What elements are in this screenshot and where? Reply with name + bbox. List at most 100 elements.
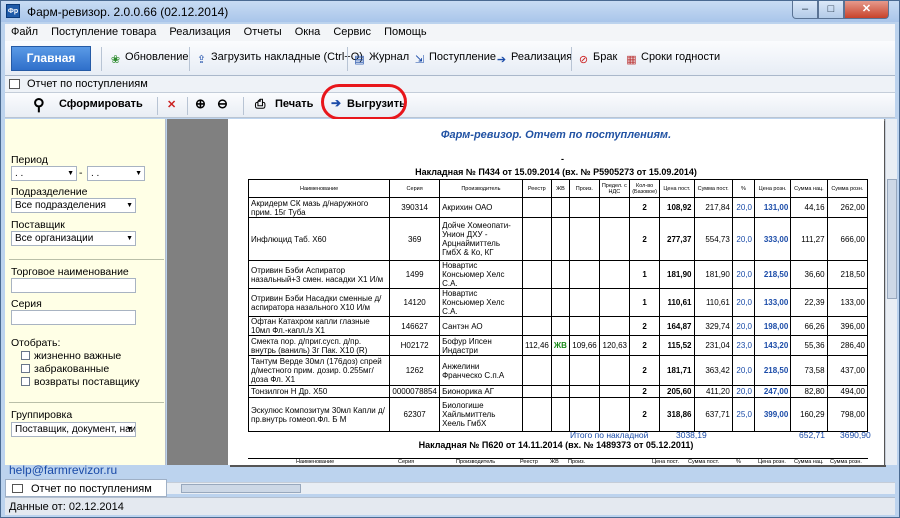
refresh-button[interactable]: ❀ Обновление (109, 51, 189, 67)
import-icon: ⇪ (196, 54, 207, 66)
table-cell (521, 197, 552, 218)
table-cell: 0000078854 (389, 385, 441, 398)
menu-windows[interactable]: Окна (289, 24, 325, 38)
chevron-down-icon[interactable]: ▼ (126, 202, 133, 209)
table-cell: 112,46 (521, 335, 552, 356)
print-button[interactable]: Печать (275, 98, 313, 110)
table-cell: 399,00 (753, 397, 792, 432)
checkbox-box[interactable] (21, 351, 30, 360)
table-cell: Тонзилгон Н Др. Х50 (247, 385, 391, 398)
trade-name-label: Торговое наименование (11, 266, 129, 278)
table-cell: 133,00 (753, 288, 792, 317)
checkbox-box[interactable] (21, 364, 30, 373)
supplier-select[interactable]: Все организации ▼ (11, 231, 136, 246)
table-cell (598, 197, 630, 218)
main-tab-button[interactable]: Главная (11, 46, 91, 71)
trade-name-input[interactable] (11, 278, 136, 293)
delete-icon[interactable]: ✕ (167, 98, 176, 111)
receipts-button[interactable]: ⇲ Поступление (413, 51, 496, 67)
expiry-button[interactable]: ▦ Сроки годности (625, 51, 720, 67)
table-cell: 181,71 (659, 355, 695, 386)
table-cell: Анжелини Франческо С.п.А (439, 355, 523, 386)
column-header: Цена пост. (659, 179, 695, 198)
column-header: Сумма розн. (830, 459, 862, 465)
minimize-button[interactable]: – (792, 1, 818, 19)
table-cell: 66,26 (790, 316, 828, 336)
table-cell: 20,0 (731, 260, 755, 289)
zoom-out-icon[interactable]: ⊖ (217, 96, 228, 112)
column-header: % (731, 179, 755, 198)
returns-checkbox[interactable]: возвраты поставщику (21, 376, 140, 388)
highlight-annotation (321, 84, 407, 120)
division-select[interactable]: Все подразделения ▼ (11, 198, 136, 213)
vital-checkbox[interactable]: жизненно важные (21, 350, 121, 362)
import-invoices-button[interactable]: ⇪ Загрузить накладные (Ctrl+O) (195, 51, 363, 67)
table-row: Тантум Верде 30мл (176доз) спрей д/местн… (247, 355, 869, 386)
ribbon-separator (571, 47, 572, 71)
column-header: Кол-во (Базовое) (628, 179, 661, 198)
ribbon-separator (189, 47, 190, 71)
sales-button[interactable]: ➔ Реализация (495, 51, 572, 67)
column-header: Предел. с НДС (598, 179, 630, 198)
table-cell: 333,00 (753, 217, 792, 261)
table-row: Тонзилгон Н Др. Х50 0000078854 Бионорика А… (247, 385, 869, 398)
table-cell: 363,42 (693, 355, 733, 386)
table-row: Инфлюцид Таб. Х60 369 Дойче Хомеопати-Унио… (247, 217, 869, 261)
table-cell: 1262 (389, 355, 441, 386)
vital-label: жизненно важные (34, 350, 122, 362)
table-cell: 25,0 (731, 397, 755, 432)
journal-label: Журнал (369, 51, 410, 63)
menu-sales[interactable]: Реализация (163, 24, 234, 38)
menu-reports[interactable]: Отчеты (238, 24, 286, 38)
window-title: Фарм-ревизор. 2.0.0.66 (02.12.2014) (27, 5, 229, 19)
table-cell (550, 288, 571, 317)
table-cell: 198,00 (753, 316, 792, 336)
column-header: Сумма розн. (826, 179, 869, 198)
scrollbar-thumb[interactable] (887, 179, 897, 299)
period-to-field[interactable]: . . ▼ (87, 166, 145, 181)
column-header: Наименование (296, 459, 335, 465)
table-cell: Новартис Консьюмер Хелс С.А. (439, 260, 523, 289)
support-email[interactable]: help@farmrevizor.ru (9, 463, 117, 477)
journal-button[interactable]: ▤ Журнал (353, 51, 409, 67)
table-row: Отривин Бэби Аспиратор назальный+3 смен.… (247, 260, 869, 289)
chevron-down-icon[interactable]: ▼ (67, 170, 74, 177)
table-cell: Смекта пор. д/приг.сусп. д/пр. внутрь (в… (247, 335, 391, 356)
menu-help[interactable]: Помощь (378, 24, 431, 38)
chevron-down-icon[interactable]: ▼ (126, 235, 133, 242)
table-cell: 218,50 (826, 260, 869, 289)
report-toolbar: ⚲ Сформировать ✕ ⊕ ⊖ ⎙ Печать ➔ Выгрузит… (5, 93, 895, 118)
table-cell: 110,61 (659, 288, 695, 317)
scrollbar-thumb[interactable] (181, 484, 301, 493)
reject-button[interactable]: ⊘ Брак (577, 51, 617, 67)
grouping-select[interactable]: Поставщик, документ, наи ▼ (11, 422, 136, 437)
menu-service[interactable]: Сервис (327, 24, 375, 38)
table-cell (550, 260, 571, 289)
menu-file[interactable]: Файл (5, 24, 42, 38)
generate-button[interactable]: Сформировать (59, 98, 143, 110)
table-cell (521, 316, 552, 336)
zoom-in-icon[interactable]: ⊕ (195, 96, 206, 112)
table-cell: Дойче Хомеопати-Унион ДХУ - Арцнаймиттел… (439, 217, 523, 261)
column-header: Наименование (247, 179, 391, 198)
table-cell (521, 217, 552, 261)
title-bar: Фр Фарм-ревизор. 2.0.0.66 (02.12.2014) –… (1, 1, 899, 22)
divider (9, 402, 164, 403)
chevron-down-icon[interactable]: ▼ (135, 170, 142, 177)
maximize-button[interactable]: □ (818, 1, 844, 19)
vertical-scrollbar[interactable] (885, 119, 897, 465)
horizontal-scrollbar[interactable] (167, 482, 895, 494)
period-from-field[interactable]: . . ▼ (11, 166, 77, 181)
checkbox-box[interactable] (21, 377, 30, 386)
rejected-checkbox[interactable]: забракованные (21, 363, 109, 375)
close-button[interactable]: ✕ (844, 1, 889, 19)
chevron-down-icon[interactable]: ▼ (126, 426, 133, 433)
series-input[interactable] (11, 310, 136, 325)
table-cell: 2 (628, 355, 661, 386)
window-tab[interactable]: Отчет по поступлениям (5, 479, 167, 497)
menu-receipts[interactable]: Поступление товара (45, 24, 160, 38)
column-header: Производитель (456, 459, 496, 465)
report-window-icon (12, 484, 23, 493)
table-cell (569, 316, 600, 336)
ribbon: Главная ❀ Обновление ⇪ Загрузить накладные… (5, 41, 895, 76)
